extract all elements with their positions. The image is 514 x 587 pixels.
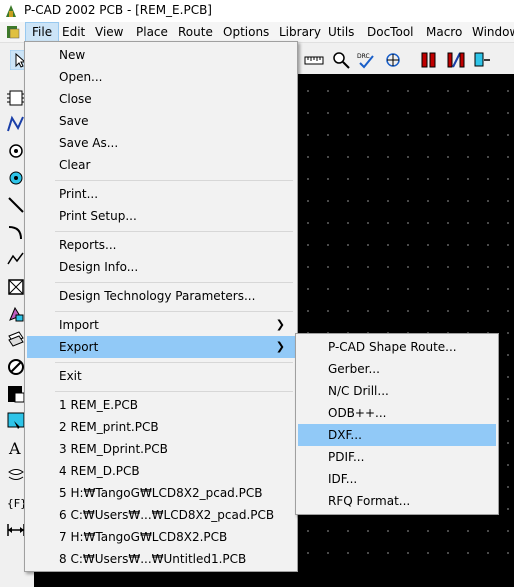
recent-file-3[interactable]: 3 REM_Dprint.PCB xyxy=(27,438,295,460)
line-icon[interactable] xyxy=(6,195,26,215)
menu-separator xyxy=(55,311,293,312)
canvas-bottom xyxy=(34,571,514,587)
menu-item-export-label: Export xyxy=(59,340,99,354)
recent-file-1[interactable]: 1 REM_E.PCB xyxy=(27,394,295,416)
component-icon[interactable] xyxy=(6,88,26,108)
recent-file-5[interactable]: 5 H:₩TangoG₩LCD8X2_pcad.PCB xyxy=(27,482,295,504)
document-icon xyxy=(7,26,20,39)
menu-item-clear[interactable]: Clear xyxy=(27,154,295,176)
export-item-pcad-shape-route[interactable]: P-CAD Shape Route... xyxy=(298,336,496,358)
export-submenu: P-CAD Shape Route... Gerber... N/C Drill… xyxy=(295,333,499,515)
menu-macro[interactable]: Macro xyxy=(420,22,468,42)
polygon-icon[interactable] xyxy=(6,277,26,297)
pad-icon[interactable] xyxy=(6,141,26,161)
export-item-idf[interactable]: IDF... xyxy=(298,468,496,490)
menu-item-open[interactable]: Open... xyxy=(27,66,295,88)
export-item-gerber[interactable]: Gerber... xyxy=(298,358,496,380)
menu-separator xyxy=(55,180,293,181)
menu-separator xyxy=(55,231,293,232)
ref-point-icon[interactable]: {F} xyxy=(6,492,26,512)
recent-file-8[interactable]: 8 C:₩Users₩...₩Untitled1.PCB xyxy=(27,548,295,570)
recent-file-7[interactable]: 7 H:₩TangoG₩LCD8X2.PCB xyxy=(27,526,295,548)
reroute-icon[interactable] xyxy=(383,50,403,70)
recent-file-4[interactable]: 4 REM_D.PCB xyxy=(27,460,295,482)
menu-doctool[interactable]: DocTool xyxy=(361,22,420,42)
menu-item-save[interactable]: Save xyxy=(27,110,295,132)
ruler-icon[interactable] xyxy=(304,50,324,70)
chevron-right-icon: ❯ xyxy=(275,340,285,353)
menu-item-import-label: Import xyxy=(59,318,99,332)
file-menu-dropdown: New Open... Close Save Save As... Clear … xyxy=(24,41,298,572)
export-item-pdif[interactable]: PDIF... xyxy=(298,446,496,468)
copper-pour-icon[interactable] xyxy=(6,384,26,404)
menu-window[interactable]: Window xyxy=(466,22,514,42)
chevron-right-icon: ❯ xyxy=(275,318,285,331)
menu-item-design-technology-parameters[interactable]: Design Technology Parameters... xyxy=(27,285,295,307)
export-item-dxf[interactable]: DXF... xyxy=(298,424,496,446)
menu-separator xyxy=(55,362,293,363)
recent-file-2[interactable]: 2 REM_print.PCB xyxy=(27,416,295,438)
menu-library[interactable]: Library xyxy=(273,22,327,42)
keepout-icon[interactable] xyxy=(6,357,26,377)
copper-icon[interactable] xyxy=(472,50,492,70)
menu-route[interactable]: Route xyxy=(172,22,219,42)
export-item-nc-drill[interactable]: N/C Drill... xyxy=(298,380,496,402)
menu-item-print-setup[interactable]: Print Setup... xyxy=(27,205,295,227)
menu-item-close[interactable]: Close xyxy=(27,88,295,110)
pcad-app-icon xyxy=(6,5,16,17)
arc-icon[interactable] xyxy=(6,222,26,242)
field-icon[interactable] xyxy=(6,411,26,431)
menu-item-exit[interactable]: Exit xyxy=(27,365,295,387)
traces-icon[interactable] xyxy=(446,50,466,70)
menu-file[interactable]: File xyxy=(25,22,60,42)
menu-item-import[interactable]: Import ❯ xyxy=(27,314,295,336)
menu-bar: File Edit View Place Route Options Libra… xyxy=(0,22,514,42)
recent-file-6[interactable]: 6 C:₩Users₩...₩LCD8X2_pcad.PCB xyxy=(27,504,295,526)
menu-separator xyxy=(55,282,293,283)
menu-separator xyxy=(55,391,293,392)
menu-item-new[interactable]: New xyxy=(27,44,295,66)
menu-options[interactable]: Options xyxy=(217,22,275,42)
text-icon[interactable]: A xyxy=(6,438,26,458)
route-icon[interactable] xyxy=(6,114,26,134)
pads-icon[interactable] xyxy=(419,50,439,70)
window-title: P-CAD 2002 PCB - [REM_E.PCB] xyxy=(24,3,212,17)
menu-item-export[interactable]: Export ❯ xyxy=(27,336,295,358)
menu-item-save-as[interactable]: Save As... xyxy=(27,132,295,154)
polyline-icon[interactable] xyxy=(6,249,26,269)
export-item-rfq-format[interactable]: RFQ Format... xyxy=(298,490,496,512)
cutout-icon[interactable] xyxy=(6,304,26,324)
attribute-icon[interactable] xyxy=(6,465,26,485)
export-item-odb[interactable]: ODB++... xyxy=(298,402,496,424)
menu-item-reports[interactable]: Reports... xyxy=(27,234,295,256)
menu-utils[interactable]: Utils xyxy=(322,22,360,42)
svg-text:DRC: DRC xyxy=(357,53,370,60)
svg-text:A: A xyxy=(8,439,21,458)
dimension-icon[interactable] xyxy=(6,520,26,540)
menu-view[interactable]: View xyxy=(89,22,129,42)
drc-icon[interactable]: DRC xyxy=(356,50,376,70)
plane-icon[interactable] xyxy=(6,330,26,350)
menu-edit[interactable]: Edit xyxy=(56,22,91,42)
menu-item-print[interactable]: Print... xyxy=(27,183,295,205)
zoom-icon[interactable] xyxy=(331,50,351,70)
menu-place[interactable]: Place xyxy=(130,22,174,42)
menu-item-design-info[interactable]: Design Info... xyxy=(27,256,295,278)
title-bar: P-CAD 2002 PCB - [REM_E.PCB] xyxy=(0,0,514,22)
via-icon[interactable] xyxy=(6,168,26,188)
